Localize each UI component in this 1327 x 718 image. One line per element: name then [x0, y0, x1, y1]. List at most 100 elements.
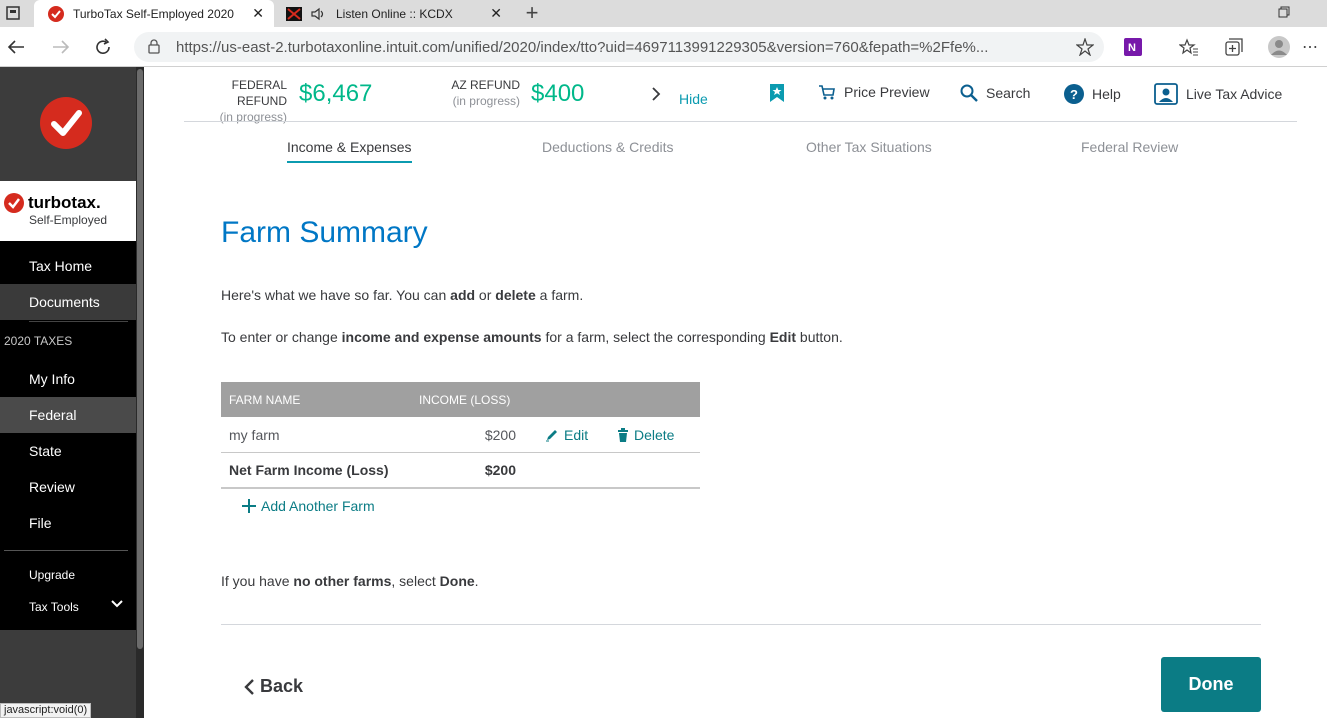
farm-income-cell: $200 [484, 426, 516, 443]
sidebar-item-file[interactable]: File [0, 505, 138, 541]
brand-check-icon [4, 193, 24, 213]
text: a farm. [535, 287, 584, 303]
svg-text:?: ? [1070, 87, 1078, 102]
sidebar-divider [29, 321, 128, 322]
sidebar-item-label: Tax Tools [29, 600, 79, 614]
favorites-icon[interactable] [1178, 36, 1200, 58]
address-bar[interactable]: https://us-east-2.turbotaxonline.intuit.… [134, 32, 1104, 62]
brand-block: turbotax. Self-Employed [0, 181, 138, 241]
delete-farm-button[interactable]: Delete [617, 417, 674, 452]
total-label: Net Farm Income (Loss) [229, 462, 389, 478]
trash-icon [617, 427, 629, 442]
sidebar-item-tax-tools[interactable]: Tax Tools [0, 589, 138, 625]
federal-refund-status: (in progress) [219, 110, 287, 124]
sidebar-item-federal[interactable]: Federal [0, 397, 138, 433]
url-text: https://us-east-2.turbotaxonline.intuit.… [176, 38, 989, 56]
profile-avatar-icon[interactable] [1267, 35, 1291, 59]
back-label: Back [260, 676, 304, 696]
scrollbar-thumb[interactable] [137, 69, 143, 649]
chevron-down-icon [111, 600, 123, 608]
hide-refund-link[interactable]: Hide [679, 91, 708, 107]
price-preview-link[interactable]: Price Preview [818, 84, 930, 100]
tab-turbotax[interactable]: TurboTax Self-Employed 2020 ✕ [34, 0, 274, 27]
bookmark-icon[interactable] [769, 83, 785, 108]
back-button[interactable]: Back [244, 676, 303, 697]
table-header: FARM NAME INCOME (LOSS) [221, 382, 700, 417]
browser-tab-bar: TurboTax Self-Employed 2020 ✕ Listen Onl… [0, 0, 1327, 27]
column-header-farm-name: FARM NAME [229, 392, 301, 407]
new-tab-button[interactable]: + [520, 0, 544, 25]
favorite-star-icon[interactable] [1074, 37, 1096, 57]
done-button[interactable]: Done [1161, 657, 1261, 712]
collections-icon[interactable] [1223, 36, 1245, 58]
help-link[interactable]: ? Help [1064, 84, 1121, 104]
tab-other-tax-situations[interactable]: Other Tax Situations [806, 139, 932, 155]
az-refund-title: AZ REFUND [451, 78, 520, 92]
tab-kcdx[interactable]: Listen Online :: KCDX ✕ [276, 0, 514, 27]
live-advisor-icon [1154, 83, 1178, 105]
delete-label: Delete [634, 426, 675, 443]
brand-name: turbotax. [28, 193, 101, 212]
refresh-icon[interactable] [93, 37, 113, 57]
help-icon: ? [1064, 84, 1084, 104]
status-bar-url: javascript:void(0) [0, 703, 92, 718]
text: button. [796, 329, 843, 345]
speaker-icon[interactable] [310, 7, 326, 21]
text-bold: income and expense amounts [341, 329, 542, 345]
forward-arrow-icon[interactable] [51, 37, 71, 57]
brand-row: turbotax. [4, 193, 101, 213]
close-tab-icon[interactable]: ✕ [490, 5, 502, 22]
sidebar-item-upgrade[interactable]: Upgrade [0, 557, 138, 593]
tab-label: Income & Expenses [287, 139, 412, 155]
tab-federal-review[interactable]: Federal Review [1081, 139, 1178, 155]
farm-table: FARM NAME INCOME (LOSS) my farm $200 Edi… [221, 382, 700, 489]
az-refund-status: (in progress) [452, 94, 520, 108]
tab-title: Listen Online :: KCDX [336, 6, 453, 21]
pencil-icon [545, 428, 559, 442]
plus-icon [242, 499, 256, 513]
onenote-icon[interactable]: N [1122, 36, 1144, 58]
done-instruction: If you have no other farms, select Done. [221, 573, 479, 589]
cart-icon [818, 84, 836, 100]
add-another-farm-button[interactable]: Add Another Farm [242, 498, 375, 514]
brand-subtitle: Self-Employed [29, 213, 108, 227]
active-tab-underline [287, 161, 412, 163]
text: , select [391, 573, 440, 589]
more-options-icon[interactable]: ⋯ [1300, 36, 1320, 58]
footer-divider [221, 624, 1261, 625]
turbotax-favicon-icon [48, 5, 64, 22]
search-link[interactable]: Search [960, 84, 1030, 102]
text: Here's what we have so far. You can [221, 287, 451, 303]
sidebar-item-state[interactable]: State [0, 433, 138, 469]
az-refund-amount: $400 [531, 80, 585, 107]
tab-deductions-credits[interactable]: Deductions & Credits [542, 139, 674, 155]
lock-icon [148, 39, 160, 54]
window-menu-icon[interactable] [4, 4, 22, 22]
chevron-right-icon[interactable] [651, 86, 661, 107]
price-preview-label: Price Preview [844, 84, 930, 100]
turbotax-check-logo-icon[interactable] [40, 97, 92, 154]
tab-income-expenses[interactable]: Income & Expenses [287, 139, 412, 163]
text: for a farm, select the corresponding [541, 329, 770, 345]
kcdx-favicon-icon [286, 6, 302, 21]
sidebar-item-tax-home[interactable]: Tax Home [0, 248, 138, 284]
close-tab-icon[interactable]: ✕ [252, 5, 264, 22]
search-icon [960, 84, 978, 102]
federal-refund-amount: $6,467 [299, 80, 373, 107]
column-header-income: INCOME (LOSS) [419, 392, 511, 407]
chevron-left-icon [244, 678, 254, 696]
restore-window-icon[interactable] [1273, 3, 1295, 21]
back-arrow-icon[interactable] [6, 37, 26, 57]
sidebar-item-review[interactable]: Review [0, 469, 138, 505]
sidebar-item-documents[interactable]: Documents [0, 284, 138, 320]
svg-text:N: N [1128, 42, 1136, 54]
edit-farm-button[interactable]: Edit [545, 417, 588, 452]
sidebar-item-my-info[interactable]: My Info [0, 361, 138, 397]
search-label: Search [986, 85, 1031, 101]
total-value: $200 [484, 462, 516, 478]
live-tax-advice-link[interactable]: Live Tax Advice [1154, 83, 1282, 105]
text-bold: add [450, 287, 476, 303]
sidebar-divider [4, 550, 128, 551]
sidebar-logo-area [0, 67, 136, 181]
sidebar-scrollbar[interactable] [136, 67, 144, 718]
